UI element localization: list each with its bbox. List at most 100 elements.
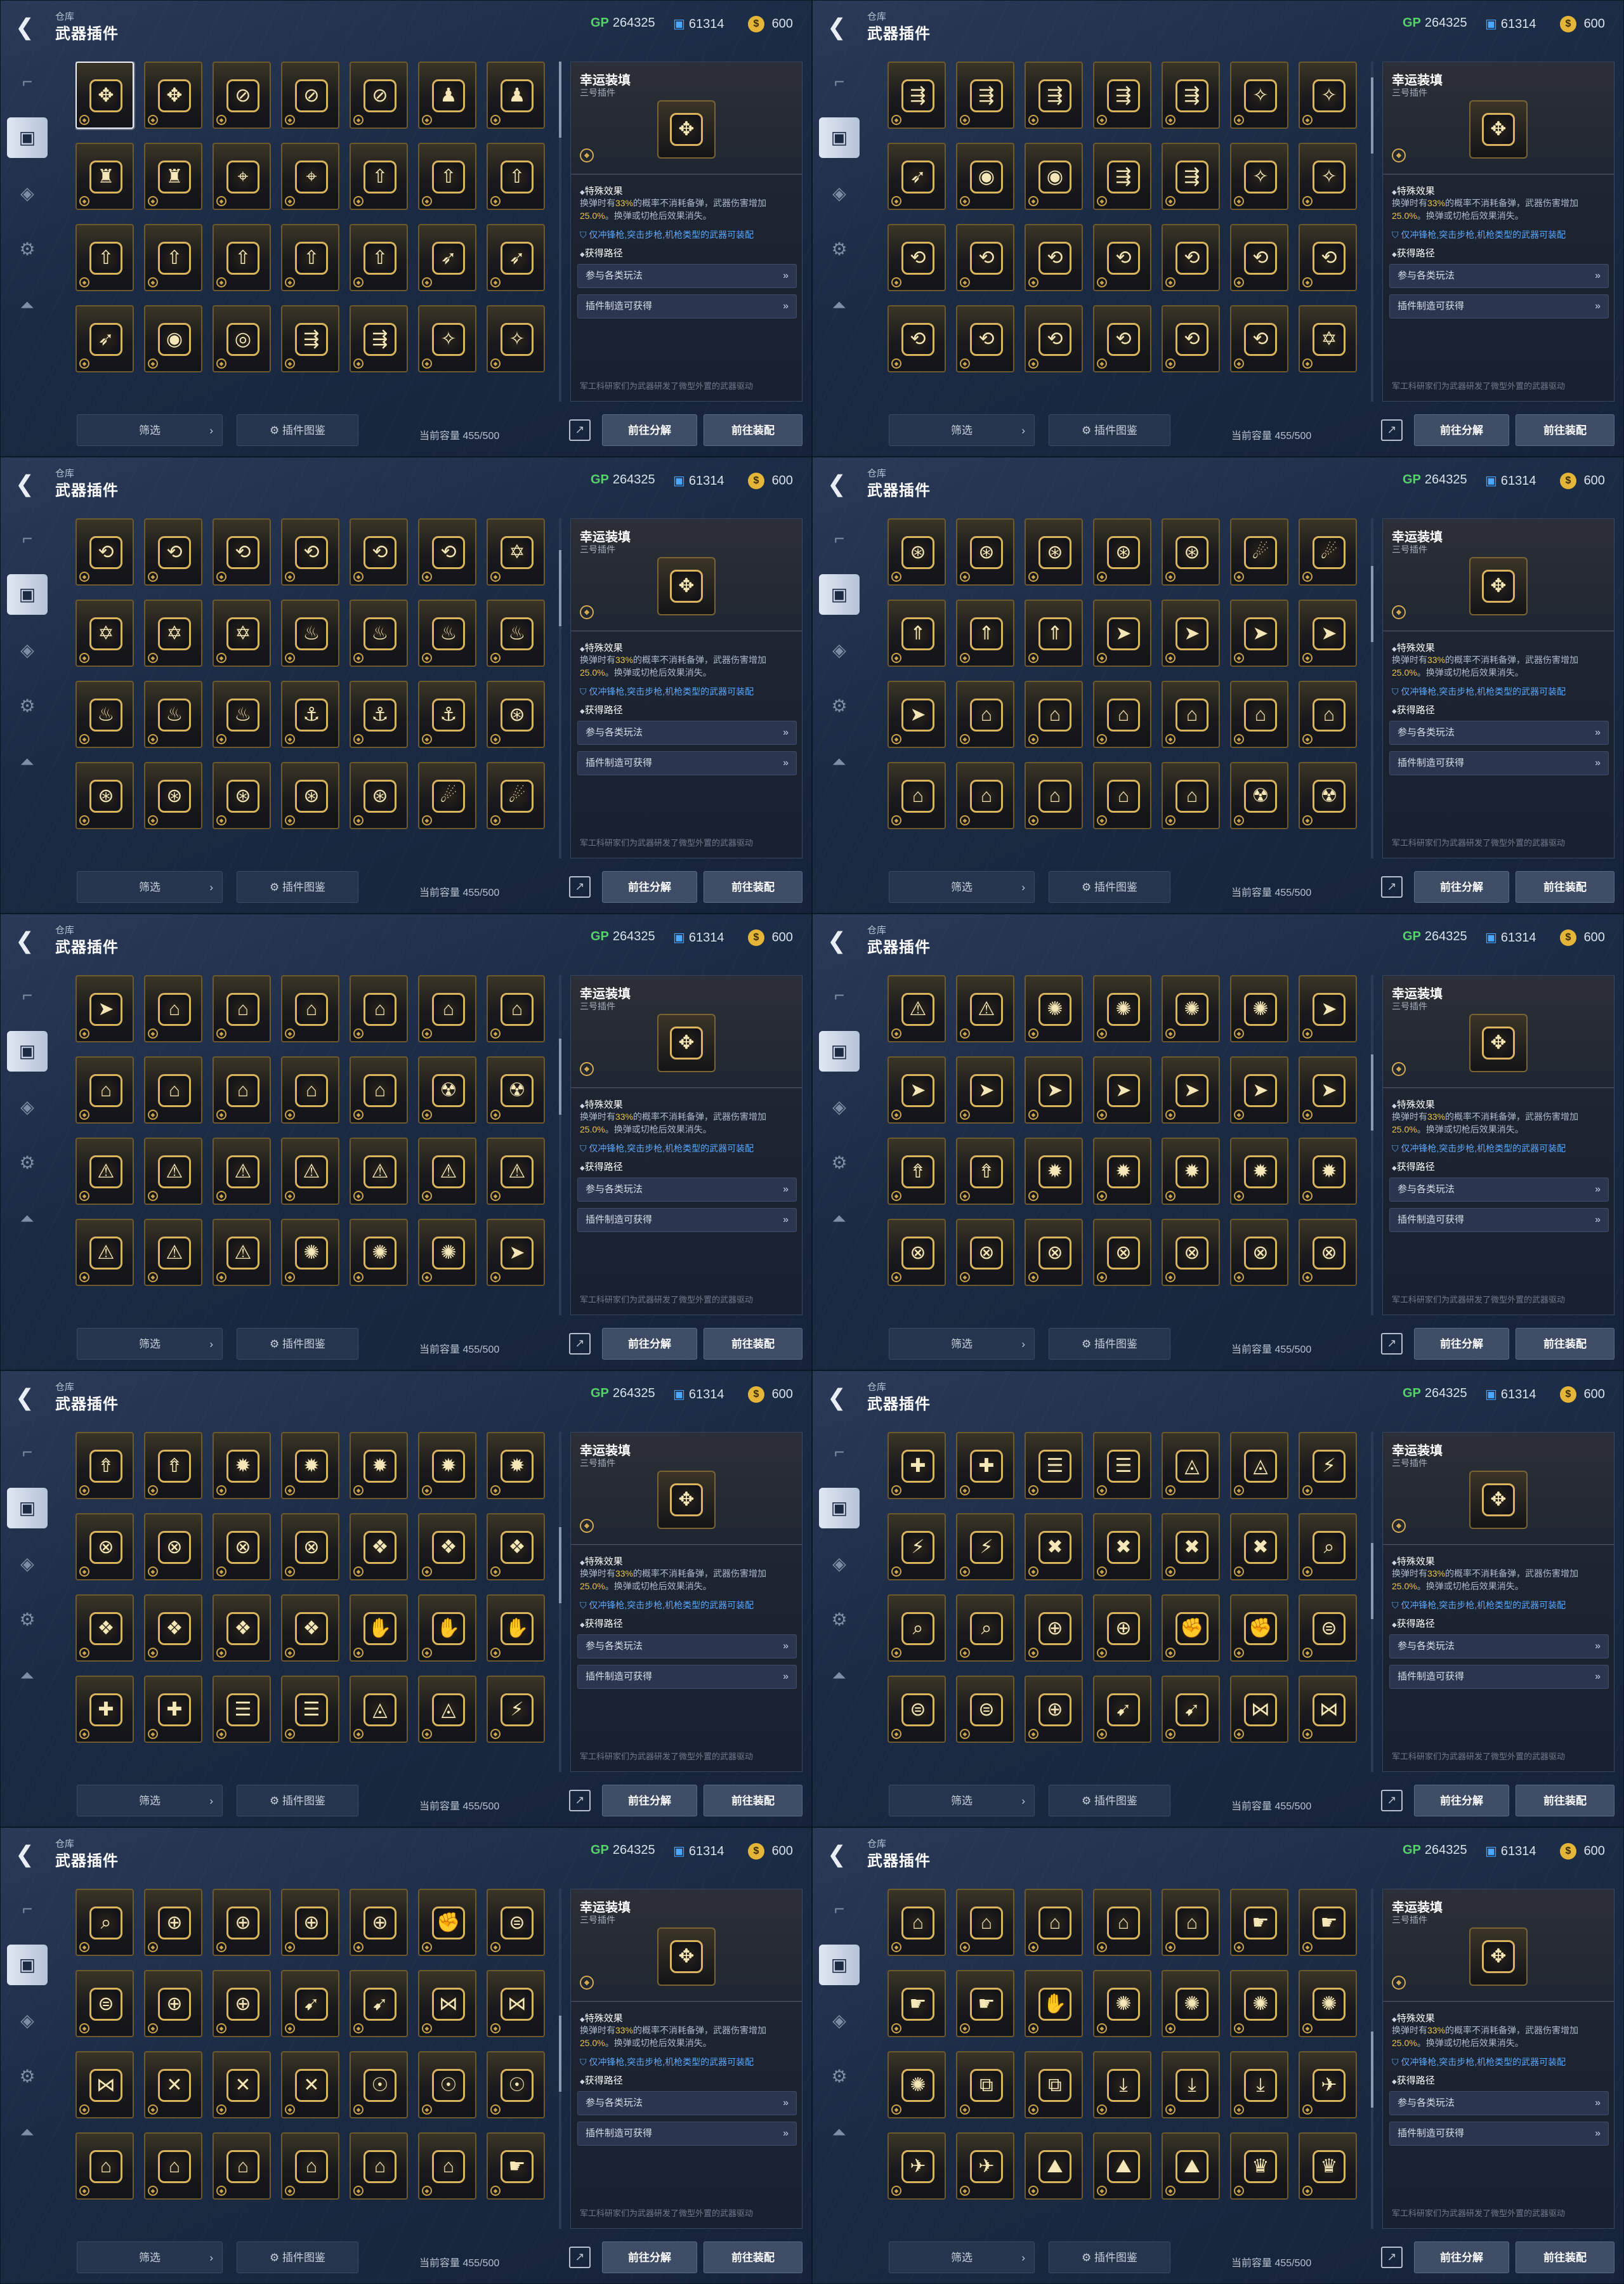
plugin-cell[interactable]: ⛰ ◆ <box>1162 2132 1220 2200</box>
plugin-cell[interactable]: ⇶ ◆ <box>1025 62 1083 129</box>
scrollbar[interactable] <box>559 975 561 1315</box>
equip-button[interactable]: 前往装配 <box>704 871 802 903</box>
filter-button[interactable]: 筛选 › <box>77 2241 223 2273</box>
plugin-cell[interactable]: ◉ ◆ <box>956 143 1014 210</box>
ammo-icon[interactable]: ◈ <box>819 1087 860 1127</box>
gun-icon[interactable]: ⌐ <box>819 62 860 102</box>
filter-button[interactable]: 筛选 › <box>889 1785 1035 1816</box>
plugin-cell[interactable]: ✈ ◆ <box>956 2132 1014 2200</box>
plugin-cell[interactable]: ⟲ ◆ <box>1230 224 1288 291</box>
plugin-cell[interactable]: ⇶ ◆ <box>350 305 408 372</box>
plugin-cell[interactable]: ⚓ ◆ <box>418 681 476 748</box>
plugin-grid[interactable]: ⇮ ◆ ⇮ ◆ ✹ ◆ ✹ ◆ ✹ ◆ ✹ ◆ ✹ ◆ ⊗ ◆ ⊗ ◆ ⊗ ◆ ⊗ ◆ ❖ ◆ ❖ ◆ ❖ ◆ ❖ ◆ ❖ ◆ ❖ ◆ ❖ ◆ ✋ ◆ ✋ ◆… <box>75 1432 559 1772</box>
scrollbar[interactable] <box>559 62 561 402</box>
plugin-cell[interactable]: ☰ ◆ <box>213 1676 271 1743</box>
plugin-cell[interactable]: ⌂ ◆ <box>1025 762 1083 829</box>
plugin-cell[interactable]: ⌂ ◆ <box>350 1056 408 1124</box>
plugin-cell[interactable]: ☉ ◆ <box>418 2051 476 2118</box>
ammo-icon[interactable]: ◈ <box>7 173 48 214</box>
emblem-icon[interactable]: ⏶ <box>7 1198 48 1239</box>
plugin-cell[interactable]: ⊘ ◆ <box>213 62 271 129</box>
plugin-cell[interactable]: ✹ ◆ <box>350 1432 408 1499</box>
emblem-icon[interactable]: ⏶ <box>7 2112 48 2153</box>
plugin-cell[interactable]: ✺ ◆ <box>887 2051 946 2118</box>
export-icon[interactable]: ↗ <box>1381 876 1403 898</box>
plugin-cell[interactable]: ⊗ ◆ <box>1230 1219 1288 1286</box>
plugin-cell[interactable]: ⊗ ◆ <box>956 1219 1014 1286</box>
plugin-cell[interactable]: ⇮ ◆ <box>887 1138 946 1205</box>
plugin-cell[interactable]: ☉ ◆ <box>350 2051 408 2118</box>
plugin-cell[interactable]: ✚ ◆ <box>144 1676 202 1743</box>
plugin-cell[interactable]: ✖ ◆ <box>1230 1513 1288 1580</box>
plugin-cell[interactable]: ➤ ◆ <box>887 681 946 748</box>
plugin-cell[interactable]: ⇶ ◆ <box>281 305 339 372</box>
plugin-cell[interactable]: ⌂ ◆ <box>1025 681 1083 748</box>
plugin-cell[interactable]: ⌂ ◆ <box>1093 681 1151 748</box>
gun-icon[interactable]: ⌐ <box>819 1889 860 1929</box>
plugin-cell[interactable]: ♨ ◆ <box>418 600 476 667</box>
scrollbar[interactable] <box>559 518 561 858</box>
chip-icon[interactable]: ▣ <box>819 1031 860 1072</box>
plugin-cell[interactable]: ❖ ◆ <box>144 1594 202 1662</box>
plugin-cell[interactable]: ☰ ◆ <box>1025 1432 1083 1499</box>
plugin-cell[interactable]: ⌕ ◆ <box>887 1594 946 1662</box>
plugin-cell[interactable]: ⛰ ◆ <box>1025 2132 1083 2200</box>
ammo-icon[interactable]: ◈ <box>7 2000 48 2041</box>
plugin-cell[interactable]: ♨ ◆ <box>144 681 202 748</box>
gun-icon[interactable]: ⌐ <box>819 975 860 1016</box>
plugin-cell[interactable]: ⊗ ◆ <box>144 1513 202 1580</box>
plugin-cell[interactable]: ⊗ ◆ <box>1025 1219 1083 1286</box>
plugin-cell[interactable]: ☢ ◆ <box>1230 762 1288 829</box>
plugin-cell[interactable]: ⟲ ◆ <box>1025 224 1083 291</box>
export-icon[interactable]: ↗ <box>1381 419 1403 441</box>
plugin-cell[interactable]: ⊛ ◆ <box>956 518 1014 586</box>
plugin-cell[interactable]: ⇑ ◆ <box>956 600 1014 667</box>
plugin-cell[interactable]: ⇧ ◆ <box>418 143 476 210</box>
plugin-cell[interactable]: ➤ ◆ <box>1025 1056 1083 1124</box>
disassemble-button[interactable]: 前往分解 <box>1414 414 1509 446</box>
emblem-icon[interactable]: ⏶ <box>819 1198 860 1239</box>
plugin-cell[interactable]: ⚠ ◆ <box>281 1138 339 1205</box>
scroll-thumb[interactable] <box>559 1039 561 1115</box>
plugin-cell[interactable]: ⊕ ◆ <box>1025 1676 1083 1743</box>
plugin-cell[interactable]: ⌂ ◆ <box>887 1889 946 1956</box>
scrollbar[interactable] <box>559 1432 561 1772</box>
plugin-cell[interactable]: ⊜ ◆ <box>887 1676 946 1743</box>
plugin-cell[interactable]: ⌂ ◆ <box>144 1056 202 1124</box>
emblem-icon[interactable]: ⏶ <box>819 2112 860 2153</box>
attachment-icon[interactable]: ⚙ <box>819 2056 860 2097</box>
scroll-thumb[interactable] <box>559 62 561 138</box>
plugin-cell[interactable]: ⇑ ◆ <box>1025 600 1083 667</box>
emblem-icon[interactable]: ⏶ <box>819 285 860 325</box>
plugin-cell[interactable]: ✧ ◆ <box>1230 143 1288 210</box>
emblem-icon[interactable]: ⏶ <box>7 285 48 325</box>
plugin-cell[interactable]: ⌂ ◆ <box>956 681 1014 748</box>
plugin-cell[interactable]: ⊕ ◆ <box>1093 1594 1151 1662</box>
source-gameplay[interactable]: 参与各类玩法 » <box>1389 1634 1609 1658</box>
disassemble-button[interactable]: 前往分解 <box>1414 1785 1509 1816</box>
plugin-cell[interactable]: ➤ ◆ <box>1299 1056 1357 1124</box>
plugin-cell[interactable]: ⊕ ◆ <box>1025 1594 1083 1662</box>
plugin-cell[interactable]: ➤ ◆ <box>1230 600 1288 667</box>
plugin-cell[interactable]: ⧉ ◆ <box>956 2051 1014 2118</box>
plugin-cell[interactable]: ⌂ ◆ <box>144 975 202 1042</box>
plugin-cell[interactable]: ⇧ ◆ <box>75 224 134 291</box>
plugin-cell[interactable]: ⌂ ◆ <box>487 975 545 1042</box>
plugin-grid[interactable]: ⚠ ◆ ⚠ ◆ ✺ ◆ ✺ ◆ ✺ ◆ ✺ ◆ ➤ ◆ ➤ ◆ ➤ ◆ ➤ ◆ ➤ ◆ ➤ ◆ ➤ ◆ ➤ ◆ ⇮ ◆ ⇮ ◆ ✹ ◆ ✹ ◆ ✹ ◆ ✹ ◆… <box>887 975 1371 1315</box>
atlas-button[interactable]: ⚙ 插件图鉴 <box>1049 871 1170 903</box>
equip-button[interactable]: 前往装配 <box>704 2241 802 2273</box>
plugin-cell[interactable]: ✋ ◆ <box>487 1594 545 1662</box>
source-craft[interactable]: 插件制造可获得 » <box>1389 1208 1609 1232</box>
scrollbar[interactable] <box>559 1889 561 2229</box>
plugin-cell[interactable]: ⌂ ◆ <box>1162 681 1220 748</box>
plugin-cell[interactable]: ☢ ◆ <box>487 1056 545 1124</box>
plugin-cell[interactable]: ⚠ ◆ <box>75 1138 134 1205</box>
attachment-icon[interactable]: ⚙ <box>7 2056 48 2097</box>
plugin-cell[interactable]: ⋈ ◆ <box>1230 1676 1288 1743</box>
plugin-cell[interactable]: ⇧ ◆ <box>350 224 408 291</box>
plugin-cell[interactable]: ➤ ◆ <box>1093 600 1151 667</box>
chip-icon[interactable]: ▣ <box>7 117 48 158</box>
plugin-cell[interactable]: ✡ ◆ <box>1299 305 1357 372</box>
plugin-cell[interactable]: ◉ ◆ <box>144 305 202 372</box>
chip-icon[interactable]: ▣ <box>819 574 860 615</box>
